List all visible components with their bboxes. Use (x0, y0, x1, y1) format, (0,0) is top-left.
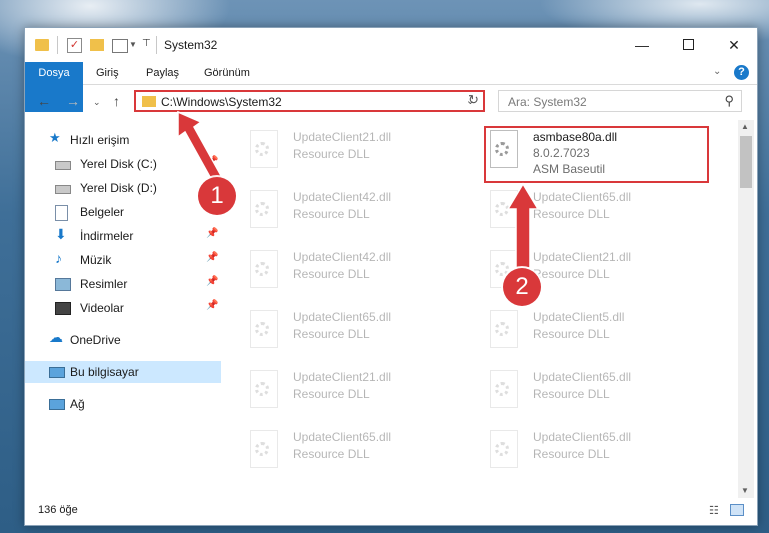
close-button[interactable]: ✕ (711, 28, 757, 62)
videos-icon (55, 302, 71, 315)
refresh-button[interactable]: ↻ (462, 90, 485, 112)
pin-icon[interactable]: 📌 (206, 300, 218, 311)
scrollbar-thumb[interactable] (740, 136, 752, 188)
address-path[interactable]: C:\Windows\System32 (161, 95, 282, 109)
dll-file-icon (248, 310, 278, 350)
pin-icon[interactable]: 📌 (206, 156, 218, 167)
list-item[interactable]: UpdateClient5.dll Resource DLL (488, 306, 718, 356)
properties-check-icon[interactable]: ✓ (67, 38, 82, 53)
dll-file-icon (488, 190, 518, 230)
highlight-box (484, 126, 709, 183)
folder-icon (142, 96, 156, 107)
sidebar-item-network[interactable]: Ağ (25, 393, 221, 415)
vertical-scrollbar[interactable]: ▲ ▼ (738, 120, 754, 498)
expand-ribbon-icon[interactable]: ⌄ (713, 66, 721, 77)
search-icon[interactable]: ⚲ (724, 93, 734, 109)
dll-file-icon (488, 430, 518, 470)
new-folder-icon[interactable] (90, 39, 104, 51)
dll-file-icon (248, 130, 278, 170)
search-input[interactable] (499, 91, 720, 113)
forward-button[interactable]: → (66, 93, 80, 109)
dll-file-icon (248, 370, 278, 410)
drive-icon (55, 161, 71, 170)
back-button[interactable]: ← (37, 93, 51, 109)
help-icon[interactable]: ? (734, 65, 749, 80)
list-item[interactable]: UpdateClient21.dll Resource DLL (248, 126, 478, 176)
computer-icon (49, 367, 65, 378)
large-icons-view-icon[interactable] (730, 504, 744, 516)
pin-icon[interactable]: 📌 (206, 276, 218, 287)
star-icon: ★ (49, 130, 61, 145)
ribbon-tabs: Dosya Giriş Paylaş Görünüm ⌄ ? (25, 62, 757, 112)
list-item[interactable]: UpdateClient65.dll Resource DLL (488, 426, 718, 476)
dll-file-icon (488, 370, 518, 410)
list-item[interactable]: UpdateClient65.dll Resource DLL (248, 306, 478, 356)
explorer-window: ✓ ▼ ⊤ System32 — ✕ Dosya Giriş Paylaş Gö… (24, 27, 758, 526)
tab-share[interactable]: Paylaş (146, 62, 179, 84)
sidebar-item-videos[interactable]: Videolar 📌 (25, 297, 221, 319)
pin-icon[interactable]: 📌 (206, 228, 218, 239)
rename-icon[interactable] (112, 39, 128, 53)
dll-file-icon (488, 310, 518, 350)
list-item[interactable]: UpdateClient42.dll Resource DLL (248, 186, 478, 236)
dll-file-icon (248, 430, 278, 470)
search-box[interactable]: ⚲ (498, 90, 742, 113)
cloud-icon: ☁ (49, 329, 63, 345)
up-button[interactable]: ↑ (113, 93, 120, 109)
recent-locations-button[interactable]: ⌄ (93, 97, 101, 108)
sidebar-item-downloads[interactable]: ⬇ İndirmeler 📌 (25, 225, 221, 247)
sidebar-item-quick-access[interactable]: ★ Hızlı erişim (25, 129, 221, 151)
sidebar-item-music[interactable]: ♪ Müzik 📌 (25, 249, 221, 271)
maximize-button[interactable] (665, 28, 711, 62)
address-bar[interactable]: C:\Windows\System32 ⌄ (134, 90, 485, 112)
title-bar: ✓ ▼ ⊤ System32 — ✕ (25, 28, 757, 62)
sidebar-item-local-disk-c[interactable]: Yerel Disk (C:) 📌 (25, 153, 221, 175)
toolbar-separator (156, 36, 157, 54)
list-item[interactable]: UpdateClient65.dll Resource DLL (488, 186, 718, 236)
annotation-badge-2: 2 (503, 268, 541, 306)
item-count: 136 öğe (38, 504, 78, 516)
tab-view[interactable]: Görünüm (204, 62, 250, 84)
dll-file-icon (248, 190, 278, 230)
maximize-icon (682, 39, 694, 50)
tab-home[interactable]: Giriş (96, 62, 119, 84)
music-icon: ♪ (55, 250, 62, 266)
documents-icon (55, 205, 68, 221)
sidebar-item-this-pc[interactable]: Bu bilgisayar (25, 361, 221, 383)
details-view-icon[interactable]: ☷ (709, 504, 719, 517)
scroll-down-icon[interactable]: ▼ (741, 486, 749, 495)
window-title: System32 (164, 38, 218, 52)
pin-icon[interactable]: 📌 (206, 252, 218, 263)
network-icon (49, 399, 65, 410)
minimize-button[interactable]: — (619, 28, 665, 62)
scroll-up-icon[interactable]: ▲ (741, 122, 749, 131)
sidebar-item-pictures[interactable]: Resimler 📌 (25, 273, 221, 295)
list-item[interactable]: UpdateClient42.dll Resource DLL (248, 246, 478, 296)
list-item[interactable]: UpdateClient65.dll Resource DLL (248, 426, 478, 476)
downloads-icon: ⬇ (55, 226, 67, 242)
sidebar-item-local-disk-d[interactable]: Yerel Disk (D:) 📌 (25, 177, 221, 199)
folder-icon (35, 39, 49, 51)
dll-file-icon (248, 250, 278, 290)
customize-dropdown-icon[interactable]: ▼ (129, 40, 137, 56)
status-bar: 136 öğe ☷ (25, 498, 757, 525)
drive-icon (55, 185, 71, 194)
quick-access-menu-icon[interactable]: ⊤ (142, 38, 151, 54)
navigation-bar: ← → ⌄ ↑ C:\Windows\System32 ⌄ ↻ ⚲ (25, 85, 757, 117)
navigation-pane: ★ Hızlı erişim Yerel Disk (C:) 📌 Yerel D… (25, 125, 221, 497)
sidebar-item-onedrive[interactable]: ☁ OneDrive (25, 329, 221, 351)
annotation-badge-1: 1 (198, 177, 236, 215)
toolbar-separator (57, 36, 58, 54)
list-item[interactable]: UpdateClient65.dll Resource DLL (488, 366, 718, 416)
pictures-icon (55, 278, 71, 291)
list-item[interactable]: UpdateClient21.dll Resource DLL (248, 366, 478, 416)
sidebar-item-documents[interactable]: Belgeler 📌 (25, 201, 221, 223)
